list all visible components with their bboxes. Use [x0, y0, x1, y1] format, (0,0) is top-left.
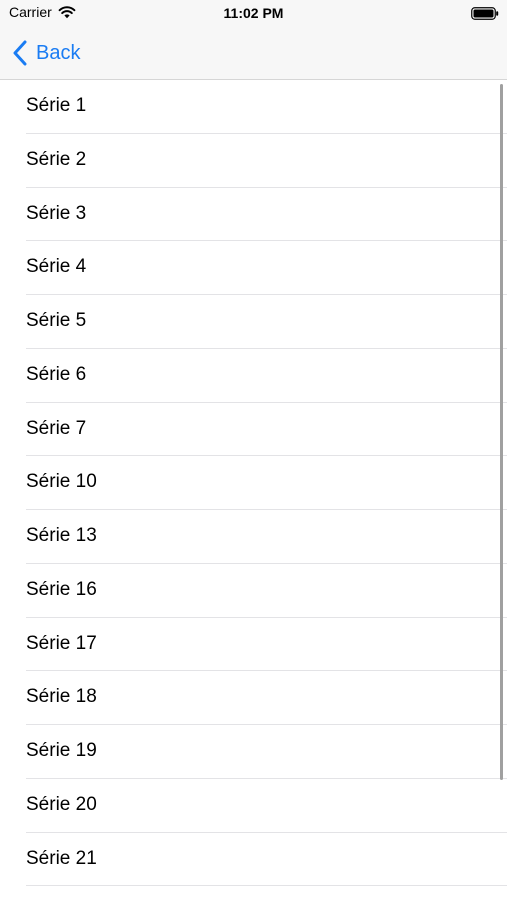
- list-item[interactable]: Série 21: [0, 833, 507, 887]
- list-item-label: Série 7: [26, 417, 87, 439]
- list-item-label: Série 6: [26, 363, 87, 385]
- clock: 11:02 PM: [223, 5, 284, 21]
- navigation-bar: Back: [0, 28, 507, 80]
- status-bar: Carrier 11:02 PM: [0, 0, 507, 28]
- app-screen: Carrier 11:02 PM Back Série 1 Série 2 Sé…: [0, 0, 507, 900]
- list-item-label: Série 17: [26, 632, 97, 654]
- list-item[interactable]: Série 2: [0, 134, 507, 188]
- list-item-label: Série 5: [26, 310, 87, 331]
- chevron-left-icon: [13, 40, 27, 66]
- back-label: Back: [36, 41, 81, 64]
- battery-icon: [471, 7, 499, 20]
- list-item-label: Série 16: [26, 578, 97, 600]
- list-item[interactable]: Série 20: [0, 779, 507, 833]
- list-item-label: Série 21: [26, 847, 97, 869]
- series-list: Série 1 Série 2 Série 3 Série 4 Série 5 …: [0, 80, 507, 887]
- list-item[interactable]: Série 17: [0, 618, 507, 672]
- list-item-label: Série 20: [26, 793, 97, 815]
- list-item[interactable]: Série 4: [0, 241, 507, 295]
- list-item[interactable]: Série 7: [0, 403, 507, 457]
- list-item[interactable]: Série 18: [0, 671, 507, 725]
- list-item-label: Série 19: [26, 740, 97, 761]
- list-item-label: Série 10: [26, 471, 97, 493]
- list-item[interactable]: Série 16: [0, 564, 507, 618]
- list-item-label: Série 18: [26, 686, 97, 708]
- list-item-label: Série 13: [26, 525, 97, 546]
- scroll-indicator[interactable]: [500, 84, 503, 780]
- list-item[interactable]: Série 1: [0, 80, 507, 134]
- list-item[interactable]: Série 6: [0, 349, 507, 403]
- list-item-label: Série 1: [26, 95, 87, 116]
- list-item[interactable]: Série 19: [0, 725, 507, 779]
- list-item[interactable]: Série 13: [0, 510, 507, 564]
- list-item-label: Série 3: [26, 202, 87, 224]
- list-item[interactable]: Série 5: [0, 295, 507, 349]
- list-item[interactable]: Série 10: [0, 456, 507, 510]
- list-item-label: Série 2: [26, 148, 87, 170]
- list-item[interactable]: Série 3: [0, 188, 507, 242]
- list-item-label: Série 4: [26, 256, 87, 278]
- back-button[interactable]: Back: [12, 37, 80, 69]
